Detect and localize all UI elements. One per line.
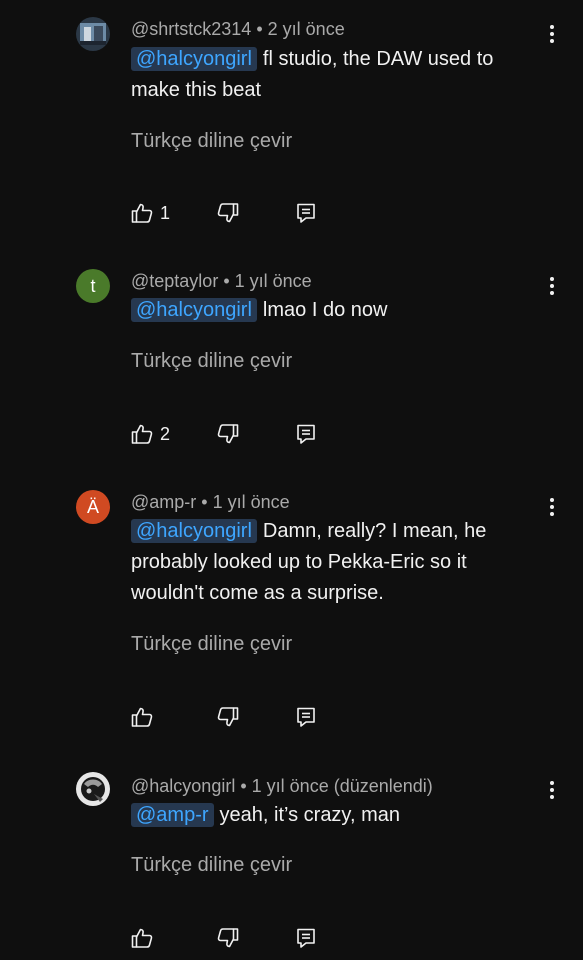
- meta-separator: •: [256, 19, 268, 39]
- comment-body: @amp-r yeah, it’s crazy, man: [131, 800, 531, 831]
- comment-time: 1 yıl önce: [212, 492, 290, 512]
- meta-separator: •: [240, 776, 252, 796]
- edited-label: (düzenlendi): [333, 776, 433, 796]
- like-button[interactable]: 1: [130, 200, 170, 226]
- thumbs-down-icon: [217, 928, 239, 948]
- thumbs-down-icon: [217, 424, 239, 444]
- dislike-button[interactable]: [216, 200, 240, 226]
- reply-button[interactable]: [294, 200, 318, 226]
- avatar[interactable]: [76, 772, 110, 806]
- mention-link[interactable]: @amp-r: [131, 803, 214, 827]
- comment-actions: 1: [130, 200, 330, 226]
- comment-actions: 2: [130, 421, 330, 447]
- comment-author[interactable]: @teptaylor: [131, 271, 218, 291]
- reply-icon: [297, 928, 315, 948]
- comment-body: @halcyongirl fl studio, the DAW used to m…: [131, 44, 531, 106]
- meta-separator: •: [223, 271, 235, 291]
- translate-link[interactable]: Türkçe diline çevir: [131, 633, 292, 656]
- thumbs-down-icon: [217, 203, 239, 223]
- reply-button[interactable]: [294, 925, 318, 951]
- more-vertical-icon[interactable]: [540, 22, 564, 46]
- reply-icon: [297, 203, 315, 223]
- avatar-letter: Ä: [86, 496, 99, 517]
- mention-link[interactable]: @halcyongirl: [131, 47, 257, 71]
- thumbs-up-icon: [131, 707, 153, 727]
- comment-text: lmao I do now: [262, 299, 388, 321]
- like-count: 1: [160, 202, 171, 223]
- like-button[interactable]: [130, 925, 160, 951]
- reply-icon: [297, 424, 315, 444]
- like-button[interactable]: 2: [130, 421, 170, 447]
- avatar[interactable]: [76, 17, 110, 51]
- comment-actions: [130, 925, 330, 951]
- more-vertical-icon[interactable]: [540, 274, 564, 298]
- avatar[interactable]: Ä: [76, 490, 110, 524]
- comment-meta: @shrtstck2314 • 2 yıl önce: [131, 19, 345, 40]
- thumbs-down-icon: [217, 707, 239, 727]
- thumbs-up-icon: [131, 424, 153, 444]
- dislike-button[interactable]: [216, 925, 240, 951]
- comment-time: 1 yıl önce: [234, 271, 312, 291]
- comment-body: @halcyongirl Damn, really? I mean, he pro…: [131, 516, 531, 609]
- translate-link[interactable]: Türkçe diline çevir: [131, 350, 292, 373]
- avatar-letter: t: [90, 275, 96, 296]
- reply-icon: [297, 707, 315, 727]
- comment-author[interactable]: @shrtstck2314: [131, 19, 251, 39]
- like-button[interactable]: [130, 704, 160, 730]
- meta-separator: •: [201, 492, 213, 512]
- thumbs-up-icon: [131, 928, 153, 948]
- translate-link[interactable]: Türkçe diline çevir: [131, 854, 292, 877]
- mention-link[interactable]: @halcyongirl: [131, 298, 257, 322]
- comment-author[interactable]: @halcyongirl: [131, 776, 235, 796]
- dislike-button[interactable]: [216, 421, 240, 447]
- thumbs-up-icon: [131, 203, 153, 223]
- translate-link[interactable]: Türkçe diline çevir: [131, 130, 292, 153]
- comment-meta: @teptaylor • 1 yıl önce: [131, 271, 312, 292]
- comment-author[interactable]: @amp-r: [131, 492, 196, 512]
- comment-meta: @amp-r • 1 yıl önce: [131, 492, 290, 513]
- comment-text: yeah, it’s crazy, man: [219, 804, 400, 826]
- comment-meta: @halcyongirl • 1 yıl önce (düzenlendi): [131, 776, 433, 797]
- more-vertical-icon[interactable]: [540, 495, 564, 519]
- avatar[interactable]: t: [76, 269, 110, 303]
- comment-time: 2 yıl önce: [267, 19, 345, 39]
- like-count: 2: [160, 423, 171, 444]
- comment-time: 1 yıl önce: [251, 776, 329, 796]
- reply-button[interactable]: [294, 704, 318, 730]
- more-vertical-icon[interactable]: [540, 778, 564, 802]
- dislike-button[interactable]: [216, 704, 240, 730]
- comment-body: @halcyongirl lmao I do now: [131, 295, 531, 326]
- comment-actions: [130, 704, 330, 730]
- mention-link[interactable]: @halcyongirl: [131, 519, 257, 543]
- reply-button[interactable]: [294, 421, 318, 447]
